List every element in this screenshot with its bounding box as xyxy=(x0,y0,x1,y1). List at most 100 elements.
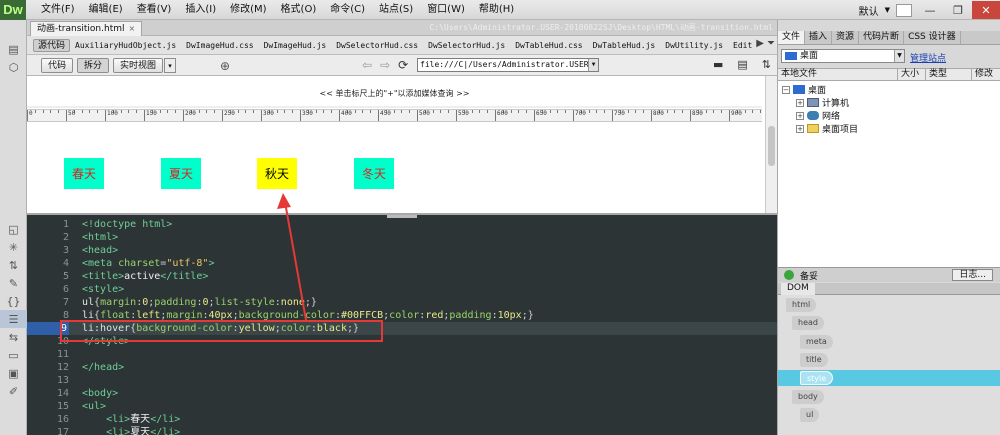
tree-expander-icon[interactable]: + xyxy=(796,98,804,107)
scrollbar-thumb[interactable] xyxy=(768,126,775,166)
code-line[interactable]: 3 <head> xyxy=(27,244,777,257)
dom-node[interactable]: head xyxy=(792,316,824,331)
restore-button[interactable]: ❐ xyxy=(944,1,972,19)
panel-tab[interactable]: 代码片断 xyxy=(859,31,905,44)
filter-icon[interactable]: ⏷ xyxy=(767,38,775,49)
highlight-invalid-code-icon[interactable]: ⇆ xyxy=(0,328,27,346)
related-file-link[interactable]: DwUtility.js xyxy=(660,41,728,50)
code-line[interactable]: 14 <body> xyxy=(27,387,777,400)
dom-tab[interactable]: DOM xyxy=(781,283,815,295)
open-documents-icon[interactable]: ◱ xyxy=(0,220,27,238)
live-view-button[interactable]: 实时视图 xyxy=(113,57,164,73)
collapse-tag-icon[interactable]: ✳ xyxy=(0,238,27,256)
panel-tab[interactable]: 插入 xyxy=(805,31,833,44)
code-line[interactable]: 12 </head> xyxy=(27,361,777,374)
forward-arrow-icon[interactable]: ⇨ xyxy=(380,58,390,72)
dom-node[interactable]: style xyxy=(800,371,834,386)
rendered-list-item[interactable]: 春天 xyxy=(64,158,105,189)
back-arrow-icon[interactable]: ⇦ xyxy=(362,58,372,72)
code-line[interactable]: 7 ul{margin:0;padding:0;list-style:none;} xyxy=(27,296,777,309)
code-view-button[interactable]: 代码 xyxy=(41,57,74,73)
panel-tab[interactable]: 文件 xyxy=(778,31,806,44)
inspect-target-icon[interactable]: ⊕ xyxy=(220,59,230,73)
rendered-list-item[interactable]: 秋天 xyxy=(257,158,298,189)
source-code-button[interactable]: 源代码 xyxy=(33,38,71,52)
document-tab[interactable]: 动画-transition.html × xyxy=(30,21,143,36)
balance-braces-icon[interactable]: {} xyxy=(0,292,27,310)
code-line[interactable]: 17 <li>夏天</li> xyxy=(27,426,777,435)
menu-item[interactable]: 帮助(H) xyxy=(472,0,521,20)
design-view-scrollbar[interactable] xyxy=(765,76,777,213)
log-button[interactable]: 日志... xyxy=(952,269,993,281)
select-parent-tag-icon[interactable]: ✎ xyxy=(0,274,27,292)
related-file-link[interactable]: Edit xyxy=(728,41,757,50)
menu-item[interactable]: 查看(V) xyxy=(130,0,179,20)
related-file-link[interactable]: AuxiliaryHudObject.js xyxy=(70,41,181,50)
tree-item[interactable]: + 桌面项目 xyxy=(796,122,858,135)
scroll-right-icon[interactable]: ▶ xyxy=(756,38,764,49)
insert-panel-icon[interactable]: ▤ xyxy=(0,40,27,58)
menu-item[interactable]: 编辑(E) xyxy=(82,0,130,20)
col-type[interactable]: 类型 xyxy=(926,69,972,80)
workspace-switcher[interactable]: 默认 xyxy=(853,3,885,18)
related-file-link[interactable]: DwSelectorHud.css xyxy=(331,41,423,50)
menu-item[interactable]: 插入(I) xyxy=(178,0,223,20)
refresh-icon[interactable]: ⟳ xyxy=(398,58,408,72)
tree-item[interactable]: − 桌面 xyxy=(782,83,826,96)
remove-comment-icon[interactable]: ▣ xyxy=(0,364,27,382)
panel-tab[interactable]: 资源 xyxy=(832,31,860,44)
tree-item[interactable]: + 计算机 xyxy=(796,96,849,109)
related-file-link[interactable]: DwSelectorHud.js xyxy=(423,41,510,50)
close-tab-icon[interactable]: × xyxy=(129,22,136,36)
col-modified[interactable]: 修改 xyxy=(972,69,1000,80)
code-line[interactable]: 2 <html> xyxy=(27,231,777,244)
menu-item[interactable]: 修改(M) xyxy=(223,0,273,20)
tree-expander-icon[interactable]: + xyxy=(796,124,804,133)
minimize-button[interactable]: — xyxy=(916,1,944,19)
dom-node[interactable]: html xyxy=(786,298,817,312)
col-local-files[interactable]: 本地文件 xyxy=(778,69,898,80)
related-file-link[interactable]: DwImageHud.js xyxy=(259,41,332,50)
menu-item[interactable]: 格式(O) xyxy=(274,0,324,20)
related-file-link[interactable]: DwTableHud.css xyxy=(510,41,587,50)
code-line[interactable]: 1 <!doctype html> xyxy=(27,218,777,231)
dom-node[interactable]: ul xyxy=(800,407,820,422)
related-file-link[interactable]: DwImageHud.css xyxy=(181,41,258,50)
tree-expander-icon[interactable]: − xyxy=(782,85,790,94)
visual-aids-icon[interactable]: ▬ xyxy=(713,58,723,71)
related-file-link[interactable]: DwTableHud.js xyxy=(588,41,661,50)
site-select-dropdown-icon[interactable]: ▼ xyxy=(894,50,904,62)
apply-comment-icon[interactable]: ▭ xyxy=(0,346,27,364)
col-size[interactable]: 大小 xyxy=(898,69,926,80)
file-management-icon[interactable]: ⇅ xyxy=(762,58,771,71)
wrap-tag-icon[interactable]: ✐ xyxy=(0,382,27,400)
tree-expander-icon[interactable]: + xyxy=(796,111,804,120)
code-line[interactable]: 5 <title>active</title> xyxy=(27,270,777,283)
menu-item[interactable]: 窗口(W) xyxy=(420,0,472,20)
split-view-button[interactable]: 拆分 xyxy=(77,57,110,73)
workspace-dropdown-icon[interactable]: ▼ xyxy=(885,6,890,14)
help-search-box[interactable] xyxy=(896,3,912,17)
code-line[interactable]: 13 xyxy=(27,374,777,387)
address-field[interactable]: file:///C|/Users/Administrator.USER-20 ▼ xyxy=(417,58,599,72)
assets-icon[interactable]: ⬡ xyxy=(0,58,27,76)
address-dropdown-icon[interactable]: ▼ xyxy=(588,59,598,71)
close-window-button[interactable]: ✕ xyxy=(972,1,1000,19)
code-line[interactable]: 6 <style> xyxy=(27,283,777,296)
code-line[interactable]: 15 <ul> xyxy=(27,400,777,413)
dom-node[interactable]: title xyxy=(800,352,828,367)
dom-node[interactable]: meta xyxy=(800,334,833,349)
manage-sites-link[interactable]: 管理站点 xyxy=(910,51,946,64)
panel-tab[interactable]: CSS 设计器 xyxy=(904,31,961,44)
tree-item[interactable]: + 网络 xyxy=(796,109,840,122)
expand-all-icon[interactable]: ⇅ xyxy=(0,256,27,274)
media-query-bar[interactable] xyxy=(27,106,762,108)
rendered-list-item[interactable]: 冬天 xyxy=(354,158,395,189)
menu-item[interactable]: 命令(C) xyxy=(323,0,372,20)
menu-item[interactable]: 站点(S) xyxy=(372,0,420,20)
dom-node[interactable]: body xyxy=(792,389,824,404)
live-view-dropdown-icon[interactable]: ▾ xyxy=(164,57,177,73)
code-line[interactable]: 4 <meta charset="utf-8"> xyxy=(27,257,777,270)
page-properties-icon[interactable]: ▤ xyxy=(737,58,747,71)
rendered-list-item[interactable]: 夏天 xyxy=(161,158,202,189)
